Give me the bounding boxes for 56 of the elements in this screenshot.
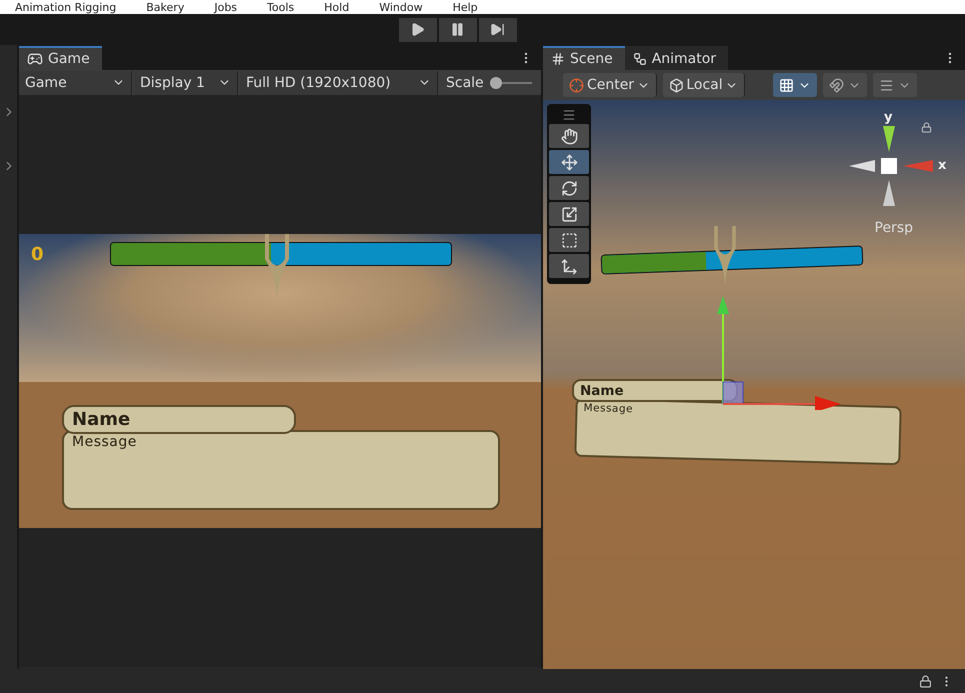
rotate-icon <box>560 180 578 196</box>
view-dropdown[interactable]: Game <box>19 70 132 94</box>
lock-icon[interactable] <box>919 674 932 688</box>
menu-item[interactable]: Animation Rigging <box>15 0 116 14</box>
rect-tool[interactable] <box>549 228 589 252</box>
pause-icon <box>450 22 465 37</box>
move-icon <box>560 154 578 170</box>
pivot-dropdown[interactable]: Center <box>563 73 657 97</box>
scale-icon <box>560 206 578 222</box>
menu-item[interactable]: Tools <box>267 0 294 14</box>
score: 0 <box>31 244 44 265</box>
orientation-gizmo[interactable] <box>849 126 933 206</box>
snap-toggle[interactable] <box>823 73 867 97</box>
menu-item[interactable]: Help <box>452 0 478 14</box>
pivot-icon <box>569 78 584 92</box>
display-dropdown[interactable]: Display 1 <box>134 70 238 94</box>
scene-tab[interactable]: Scene <box>543 46 625 70</box>
message-box: Message <box>62 430 500 510</box>
move-gizmo[interactable] <box>715 294 843 410</box>
play-icon <box>410 22 425 37</box>
scale-tool[interactable] <box>549 202 589 226</box>
lock-icon[interactable] <box>921 122 932 133</box>
move-tool[interactable] <box>549 150 589 174</box>
cube-icon <box>669 78 684 92</box>
rotate-tool[interactable] <box>549 176 589 200</box>
hand-icon <box>560 128 578 144</box>
name-label: Name <box>62 405 296 434</box>
increment-toggle[interactable] <box>873 73 917 97</box>
menu-item[interactable]: Hold <box>324 0 350 14</box>
space-dropdown[interactable]: Local <box>663 73 745 97</box>
grid-icon <box>779 78 794 92</box>
scale-label: Scale <box>446 74 484 90</box>
slider-thumb[interactable] <box>490 76 502 88</box>
resolution-dropdown[interactable]: Full HD (1920x1080) <box>240 70 438 94</box>
gamepad-icon <box>27 51 43 67</box>
grid-toggle[interactable] <box>773 73 817 97</box>
menu-item[interactable]: Window <box>379 0 423 14</box>
menu-item[interactable]: Jobs <box>214 0 238 14</box>
increment-icon <box>879 78 894 92</box>
grip-icon[interactable] <box>562 108 576 122</box>
step-button[interactable] <box>478 18 516 42</box>
game-tab[interactable]: Game <box>19 46 102 70</box>
rect-icon <box>560 232 578 248</box>
step-icon <box>490 22 505 37</box>
hash-icon <box>551 52 565 66</box>
hand-tool[interactable] <box>549 124 589 148</box>
branch-icon <box>632 52 647 66</box>
transform-icon <box>560 258 578 274</box>
y-axis-label: y <box>884 110 892 125</box>
transform-tool[interactable] <box>549 254 589 278</box>
menu-item[interactable]: Bakery <box>146 0 184 14</box>
play-button[interactable] <box>398 18 436 42</box>
snap-icon <box>829 78 844 92</box>
x-axis-label: x <box>938 158 946 173</box>
animator-tab[interactable]: Animator <box>624 46 728 70</box>
pause-button[interactable] <box>438 18 476 42</box>
